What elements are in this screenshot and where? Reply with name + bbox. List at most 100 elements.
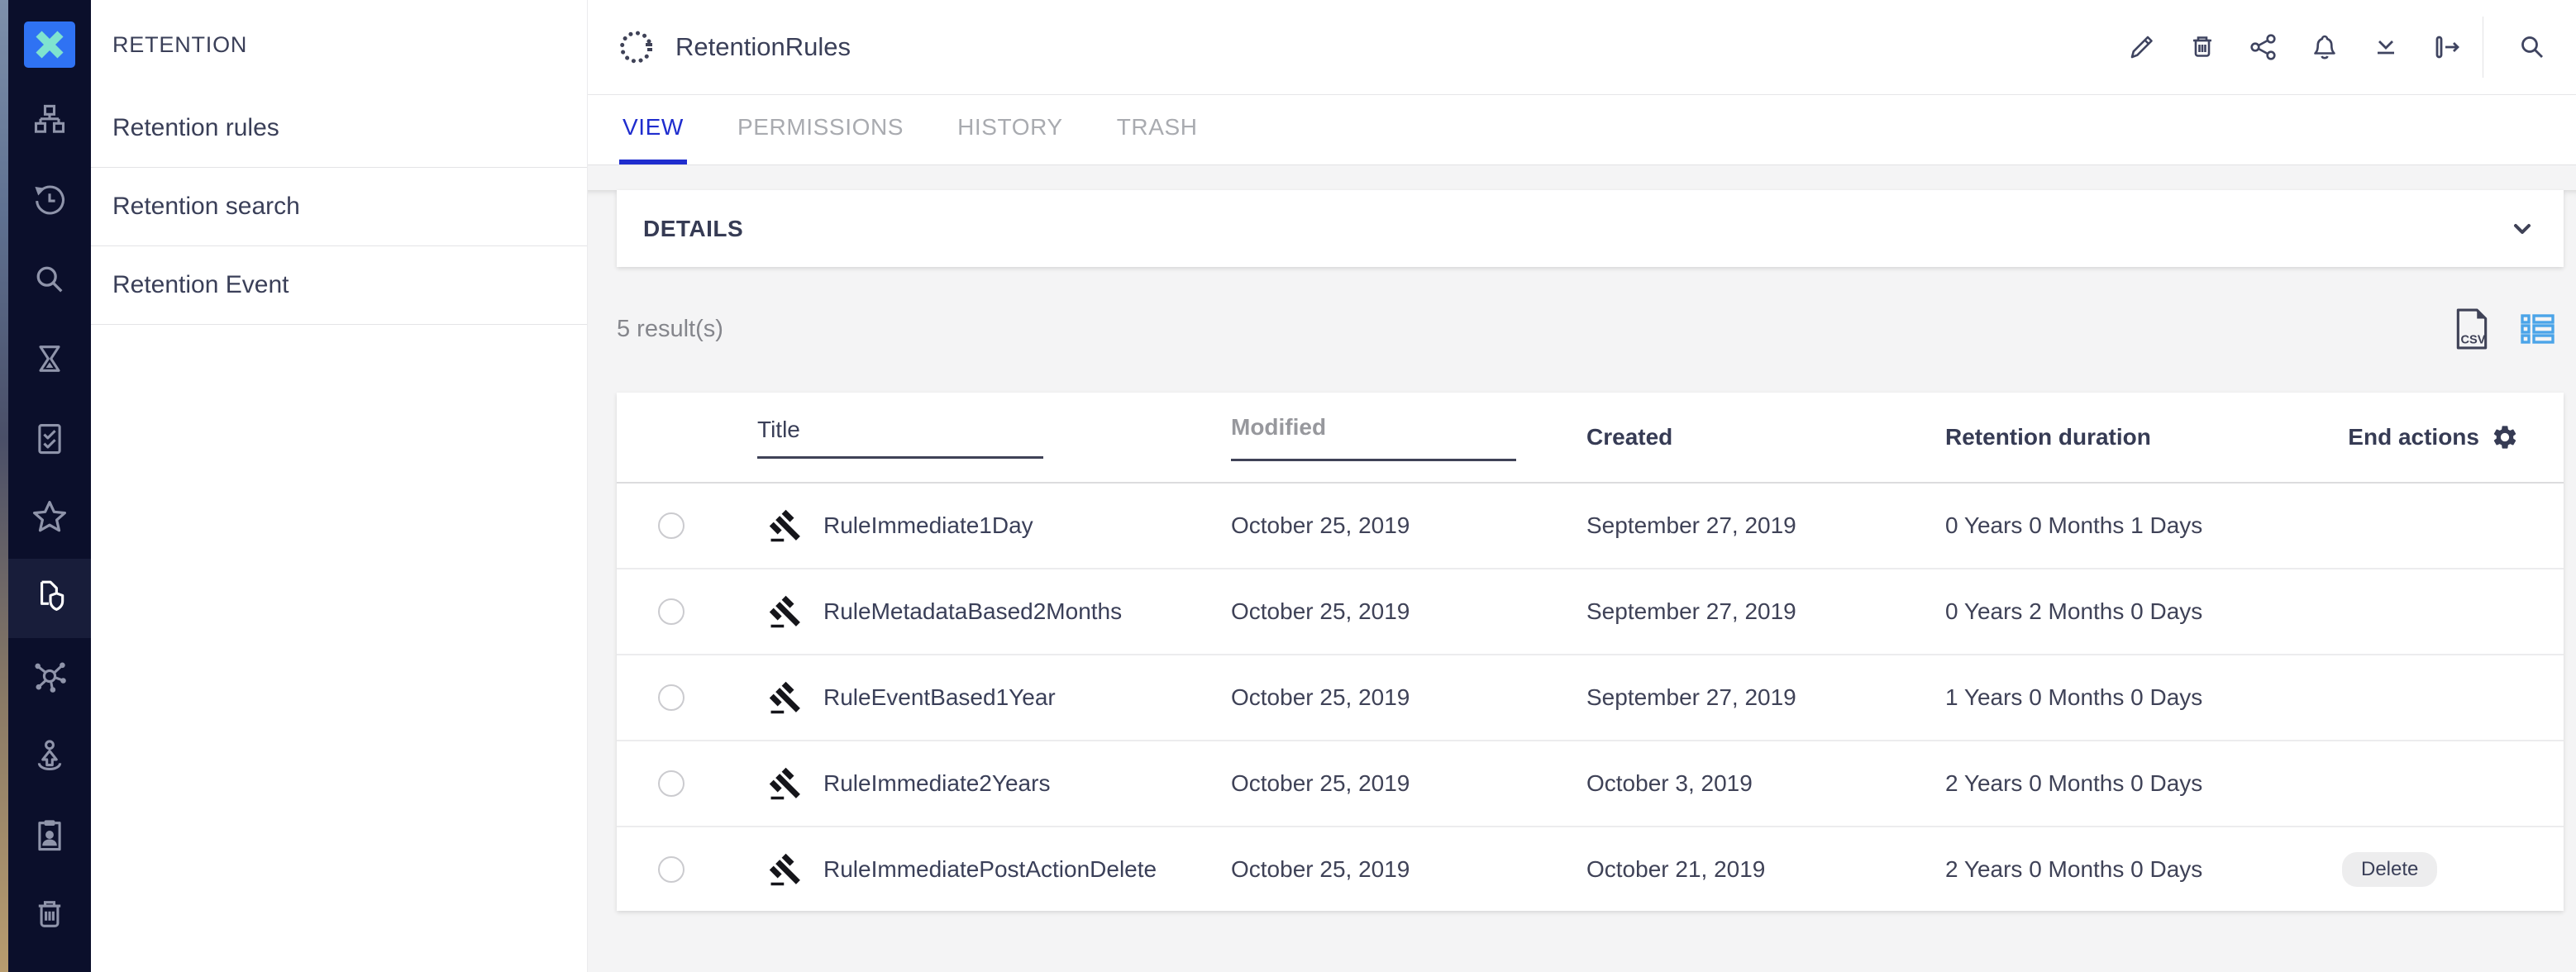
sidebar-item-workflow[interactable]	[8, 638, 91, 717]
column-header-modified[interactable]: Modified	[1231, 414, 1586, 461]
nuxeo-logo[interactable]	[24, 21, 75, 68]
row-created-date: September 27, 2019	[1586, 684, 1945, 711]
gear-icon[interactable]	[2491, 423, 2564, 451]
row-title[interactable]: RuleImmediatePostActionDelete	[823, 856, 1231, 883]
table-row[interactable]: RuleMetadataBased2Months October 25, 201…	[617, 569, 2564, 655]
table-view-icon[interactable]	[2521, 313, 2555, 345]
end-action-chip: Delete	[2342, 852, 2437, 887]
results-count: 5 result(s)	[617, 316, 723, 343]
row-created-date: September 27, 2019	[1586, 512, 1945, 539]
row-retention-duration: 2 Years 0 Months 0 Days	[1945, 856, 2342, 883]
tab-history[interactable]: HISTORY	[954, 95, 1066, 164]
gavel-icon	[741, 851, 823, 888]
row-retention-duration: 0 Years 2 Months 0 Days	[1945, 598, 2342, 625]
dotted-circle-folder-icon	[618, 27, 657, 67]
delete-icon[interactable]	[2172, 0, 2233, 94]
browser-tree-icon	[31, 102, 68, 143]
download-icon[interactable]	[2355, 0, 2416, 94]
search-icon[interactable]	[2488, 0, 2576, 94]
row-modified-date: October 25, 2019	[1231, 512, 1586, 539]
favorites-star-icon	[31, 498, 69, 541]
row-modified-date: October 25, 2019	[1231, 770, 1586, 797]
menu-item-retention-event[interactable]: Retention Event	[91, 246, 587, 325]
details-heading: DETAILS	[643, 216, 743, 242]
table-row[interactable]: RuleEventBased1Year October 25, 2019 Sep…	[617, 655, 2564, 741]
table-header-row: Title Modified Created Retention duratio…	[617, 393, 2564, 484]
svg-text:CSV: CSV	[2460, 334, 2485, 347]
column-header-title[interactable]: Title	[741, 417, 1231, 459]
row-title[interactable]: RuleEventBased1Year	[823, 684, 1231, 711]
search-icon	[31, 261, 68, 302]
table-row[interactable]: RuleImmediate1Day October 25, 2019 Septe…	[617, 484, 2564, 569]
share-icon[interactable]	[2233, 0, 2294, 94]
sidebar-item-trash[interactable]	[8, 876, 91, 955]
sidebar-item-profile[interactable]	[8, 797, 91, 876]
icon-rail	[8, 0, 91, 972]
tab-permissions[interactable]: PERMISSIONS	[734, 95, 907, 164]
row-select-radio[interactable]	[658, 770, 685, 797]
row-created-date: October 21, 2019	[1586, 856, 1945, 883]
row-select-radio[interactable]	[658, 684, 685, 711]
trash-icon	[31, 896, 68, 936]
sidebar-item-retention[interactable]	[8, 559, 91, 638]
row-end-actions: Delete	[2342, 852, 2491, 887]
export-icon[interactable]	[2416, 0, 2478, 94]
gavel-icon	[741, 507, 823, 544]
gavel-icon	[741, 593, 823, 630]
sidebar-item-pending[interactable]	[8, 321, 91, 400]
table-body: RuleImmediate1Day October 25, 2019 Septe…	[617, 484, 2564, 911]
edit-icon[interactable]	[2111, 0, 2172, 94]
row-select-radio[interactable]	[658, 598, 685, 625]
sidebar-item-browse[interactable]	[8, 83, 91, 162]
menu-item-retention-search[interactable]: Retention search	[91, 168, 587, 246]
sidebar-item-search[interactable]	[8, 241, 91, 321]
tab-trash[interactable]: TRASH	[1114, 95, 1201, 164]
retention-shield-doc-icon	[31, 578, 69, 620]
table-row[interactable]: RuleImmediatePostActionDelete October 25…	[617, 827, 2564, 911]
row-modified-date: October 25, 2019	[1231, 856, 1586, 883]
row-title[interactable]: RuleMetadataBased2Months	[823, 598, 1231, 625]
personal-space-icon	[31, 737, 68, 778]
gavel-icon	[741, 765, 823, 802]
tasks-icon	[31, 420, 68, 460]
column-header-created[interactable]: Created	[1586, 424, 1945, 450]
document-tabs: VIEW PERMISSIONS HISTORY TRASH	[588, 95, 2576, 165]
row-select-radio[interactable]	[658, 512, 685, 539]
results-toolbar: 5 result(s) CSV	[617, 308, 2564, 350]
page-title: RetentionRules	[675, 32, 851, 62]
row-retention-duration: 0 Years 0 Months 1 Days	[1945, 512, 2342, 539]
panel-title: RETENTION	[91, 0, 587, 89]
results-icons: CSV	[2454, 308, 2564, 350]
sidebar-item-tasks[interactable]	[8, 400, 91, 479]
profile-clipboard-icon	[31, 817, 68, 857]
notifications-bell-icon[interactable]	[2294, 0, 2355, 94]
header-actions	[2111, 0, 2576, 94]
row-retention-duration: 2 Years 0 Months 0 Days	[1945, 770, 2342, 797]
row-title[interactable]: RuleImmediate1Day	[823, 512, 1231, 539]
row-created-date: September 27, 2019	[1586, 598, 1945, 625]
row-modified-date: October 25, 2019	[1231, 598, 1586, 625]
sidebar-item-personal-space[interactable]	[8, 717, 91, 797]
column-header-retention-duration[interactable]: Retention duration	[1945, 424, 2342, 450]
history-icon	[31, 182, 68, 222]
row-created-date: October 3, 2019	[1586, 770, 1945, 797]
document-header: RetentionRules	[588, 0, 2576, 95]
gavel-icon	[741, 679, 823, 716]
row-retention-duration: 1 Years 0 Months 0 Days	[1945, 684, 2342, 711]
workflow-icon	[31, 658, 68, 698]
column-header-end-actions[interactable]: End actions	[2342, 424, 2491, 450]
row-title[interactable]: RuleImmediate2Years	[823, 770, 1231, 797]
row-modified-date: October 25, 2019	[1231, 684, 1586, 711]
sidebar-item-recent-history[interactable]	[8, 162, 91, 241]
chevron-down-icon[interactable]	[2507, 214, 2537, 244]
desktop-background-strip	[0, 0, 8, 972]
menu-item-retention-rules[interactable]: Retention rules	[91, 89, 587, 168]
table-row[interactable]: RuleImmediate2Years October 25, 2019 Oct…	[617, 741, 2564, 827]
details-section: DETAILS	[617, 190, 2564, 267]
sidebar-item-favorites[interactable]	[8, 479, 91, 559]
results-table: Title Modified Created Retention duratio…	[617, 393, 2564, 911]
row-select-radio[interactable]	[658, 856, 685, 883]
tab-view[interactable]: VIEW	[619, 95, 687, 164]
view-content: DETAILS 5 result(s) CSV	[588, 190, 2576, 972]
csv-export-icon[interactable]: CSV	[2454, 308, 2489, 350]
